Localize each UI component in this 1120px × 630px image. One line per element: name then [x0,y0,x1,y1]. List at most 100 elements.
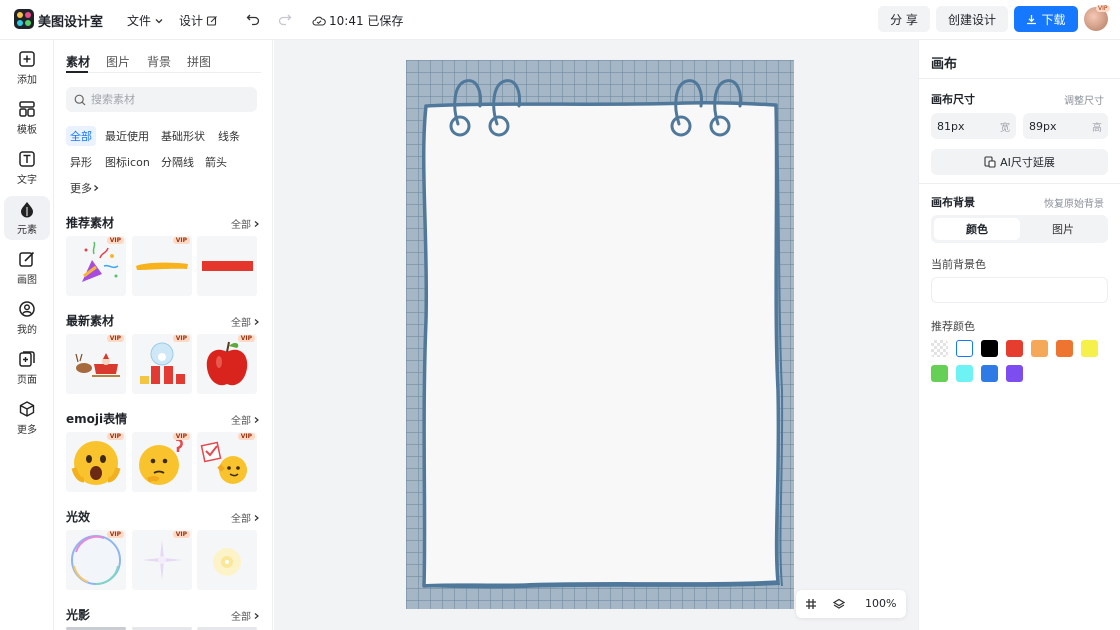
shocked-emoji-image [71,441,121,485]
chip-recent[interactable]: 最近使用 [101,126,153,146]
width-field[interactable]: 81px 宽 [931,113,1016,139]
rail-item-more[interactable]: 更多 [4,396,50,440]
search-box[interactable] [66,87,257,112]
red-bar-image [202,261,253,271]
section-all-newest[interactable]: 全部 [231,314,260,329]
color-swatch[interactable] [956,365,973,382]
chevron-down-icon [155,18,163,23]
vip-badge: VIP [172,531,190,538]
chip-dividers[interactable]: 分隔线 [157,152,198,172]
section-title-light-shadow: 光影 [66,608,91,622]
layers-icon[interactable] [833,598,845,610]
chip-arrows[interactable]: 箭头 [201,152,231,172]
template-icon [19,101,35,117]
color-swatch[interactable] [1056,340,1073,357]
section-all-light-shadow[interactable]: 全部 [231,608,260,623]
asset-rainbow-bubble[interactable]: VIP [66,530,126,590]
file-menu[interactable]: 文件 [127,12,164,29]
rail-label-pages: 页面 [17,375,37,386]
width-value: 81px [937,119,965,133]
chip-lines[interactable]: 线条 [214,126,244,146]
reset-bg-link[interactable]: 恢复原始背景 [1044,195,1104,210]
color-swatch[interactable] [981,340,998,357]
asset-red-bar[interactable] [197,236,257,296]
section-all-emoji[interactable]: 全部 [231,412,260,427]
color-swatch[interactable] [1081,340,1098,357]
height-field[interactable]: 89px 高 [1023,113,1108,139]
color-swatch[interactable] [1006,365,1023,382]
color-swatch[interactable] [956,340,973,357]
current-color-label: 当前背景色 [931,258,986,271]
search-icon [74,94,86,105]
plus-square-icon [19,51,35,67]
asset-party-popper[interactable]: VIP [66,236,126,296]
adjust-size-link[interactable]: 调整尺寸 [1064,92,1104,107]
recommend-color-label: 推荐颜色 [931,320,975,333]
asset-tabs: 素材 图片 背景 拼图 [66,53,261,73]
current-color-field[interactable] [931,277,1108,303]
asset-shocked-emoji[interactable]: VIP [66,432,126,492]
search-input[interactable] [91,93,241,106]
reindeer-sleigh-image [75,353,120,377]
grid-icon[interactable] [805,598,817,610]
create-design-button[interactable]: 创建设计 [936,6,1008,32]
user-icon [19,301,35,317]
color-swatch[interactable] [981,365,998,382]
chip-more[interactable]: 更多 [66,178,104,198]
asset-red-apple[interactable]: VIP [197,334,257,394]
vip-badge: VIP [106,433,124,440]
workspace[interactable]: 100% [274,40,918,630]
rail-item-pages[interactable]: 页面 [4,346,50,390]
tab-collage[interactable]: 拼图 [187,53,211,70]
undo-icon[interactable] [245,11,261,27]
rail-item-draw[interactable]: 画图 [4,246,50,290]
rail-item-elements[interactable]: 元素 [4,196,50,240]
download-button[interactable]: 下载 [1014,6,1078,32]
tab-images[interactable]: 图片 [106,53,130,70]
color-swatch[interactable] [931,365,948,382]
asset-purple-sparkle[interactable]: VIP [132,530,192,590]
color-swatch[interactable] [1006,340,1023,357]
seg-color[interactable]: 颜色 [934,218,1020,240]
text-icon [19,151,35,167]
chip-all[interactable]: 全部 [66,126,96,146]
share-button[interactable]: 分 享 [878,6,930,32]
asset-yellow-stroke[interactable]: VIP [132,236,192,296]
download-icon [1027,14,1037,24]
app-logo[interactable] [14,9,34,29]
thinking-emoji-image [139,438,183,485]
rail-label-text: 文字 [17,175,37,186]
rail-item-template[interactable]: 模板 [4,96,50,140]
asset-reindeer-sleigh[interactable]: VIP [66,334,126,394]
file-menu-label: 文件 [127,14,152,28]
section-all-recommended[interactable]: 全部 [231,216,260,231]
asset-thinking-emoji[interactable]: VIP [132,432,192,492]
asset-checkmark-emoji[interactable]: VIP [197,432,257,492]
vip-badge: VIP [106,237,124,244]
design-menu[interactable]: 设计 [179,12,218,29]
rail-item-text[interactable]: 文字 [4,146,50,190]
design-canvas[interactable] [406,60,794,609]
ai-resize-button[interactable]: AI尺寸延展 [931,149,1108,175]
color-swatch[interactable] [931,340,948,357]
color-swatch[interactable] [1031,340,1048,357]
chip-basic-shapes[interactable]: 基础形状 [157,126,209,146]
tab-materials[interactable]: 素材 [66,53,90,70]
rail-label-draw: 画图 [17,275,37,286]
chevron-right-icon [254,612,259,619]
checkmark-emoji-image [200,441,247,484]
asset-snow-globe-gift[interactable]: VIP [132,334,192,394]
save-status: 10:41 已保存 [312,12,403,29]
section-all-light-effects[interactable]: 全部 [231,510,260,525]
rail-item-mine[interactable]: 我的 [4,296,50,340]
seg-image[interactable]: 图片 [1020,218,1106,240]
rail-item-add[interactable]: 添加 [4,46,50,90]
yellow-glow-image [213,548,241,576]
chip-icons[interactable]: 图标icon [101,152,154,172]
asset-yellow-glow[interactable] [197,530,257,590]
tab-backgrounds[interactable]: 背景 [147,53,171,70]
zoom-level[interactable]: 100% [865,597,896,610]
redo-icon[interactable] [277,11,293,27]
chip-irregular[interactable]: 异形 [66,152,96,172]
chip-more-label: 更多 [70,182,92,195]
